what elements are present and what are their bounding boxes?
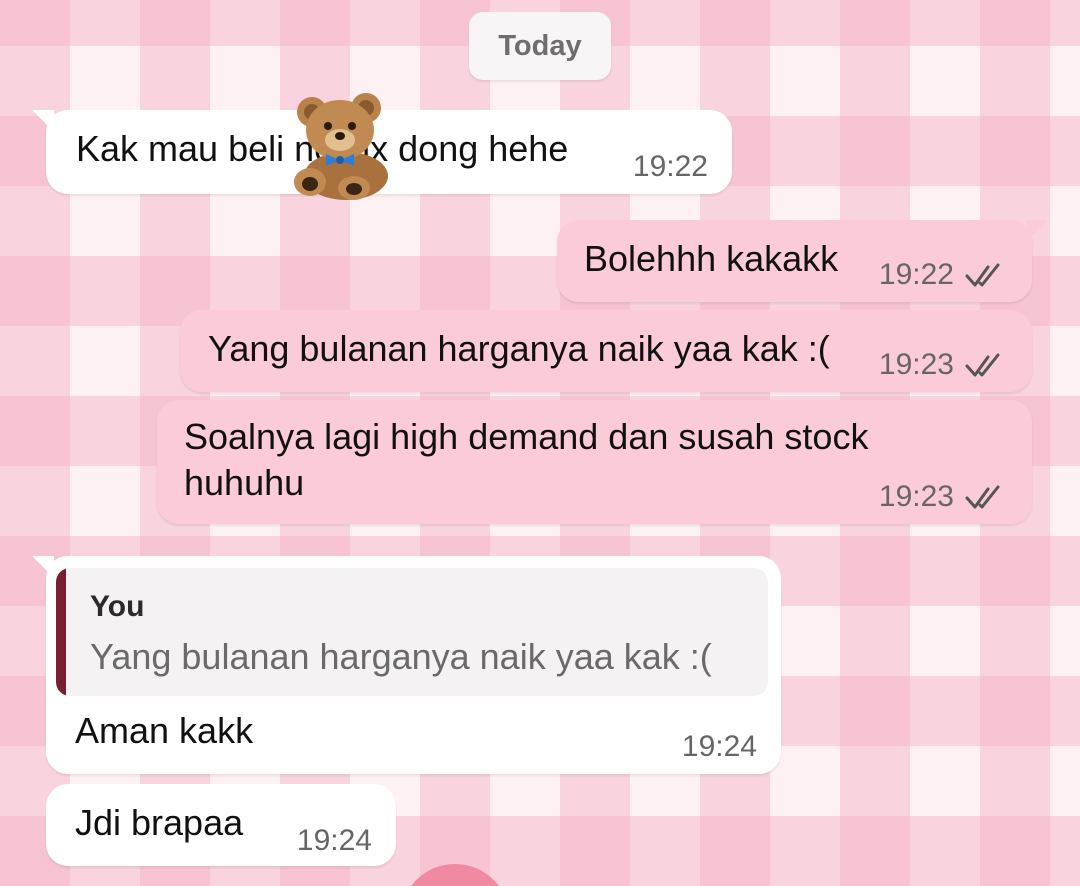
- outgoing-message[interactable]: Yang bulanan harganya naik yaa kak :( 19…: [180, 310, 1032, 392]
- double-check-icon: [965, 353, 1000, 377]
- message-time: 19:23: [878, 480, 954, 513]
- message-time: 19:22: [878, 258, 954, 291]
- message-time: 19:23: [878, 348, 954, 381]
- message-time: 19:24: [296, 824, 372, 857]
- quote-accent-bar: [56, 568, 66, 696]
- quoted-message[interactable]: You Yang bulanan harganya naik yaa kak :…: [56, 568, 768, 696]
- message-meta: 19:23: [879, 480, 1008, 514]
- message-meta: 19:22: [633, 150, 708, 184]
- message-text: Jdi brapaa: [75, 802, 244, 843]
- bubble-tail: [32, 110, 54, 132]
- message-text: Yang bulanan harganya naik yaa kak :(: [208, 328, 830, 369]
- message-meta: 19:24: [297, 824, 372, 858]
- message-time: 19:24: [681, 730, 757, 763]
- outgoing-message[interactable]: Bolehhh kakakk 19:22: [557, 220, 1048, 302]
- double-check-icon: [965, 263, 1000, 287]
- partial-avatar: [400, 864, 510, 886]
- incoming-message[interactable]: Jdi brapaa 19:24: [46, 784, 396, 866]
- message-meta: 19:24: [682, 730, 757, 764]
- date-separator: Today: [469, 12, 611, 80]
- incoming-reply-message[interactable]: You Yang bulanan harganya naik yaa kak :…: [32, 556, 781, 774]
- bubble-tail: [1026, 220, 1048, 242]
- outgoing-message[interactable]: Soalnya lagi high demand dan susah stock…: [157, 400, 1032, 524]
- message-text: Aman kakk: [75, 710, 254, 751]
- message-text: Bolehhh kakakk: [584, 238, 839, 279]
- quote-author: You: [90, 590, 145, 623]
- message-time: 19:22: [632, 150, 708, 183]
- quote-text: Yang bulanan harganya naik yaa kak :(: [90, 636, 712, 677]
- teddy-bear-sticker[interactable]: [290, 92, 400, 200]
- message-meta: 19:22: [879, 258, 1008, 292]
- message-text-line-1: Soalnya lagi high demand dan susah stock: [184, 416, 869, 457]
- message-text-line-2: huhuhu: [184, 462, 305, 503]
- bubble-tail: [32, 556, 54, 578]
- double-check-icon: [965, 485, 1000, 509]
- message-meta: 19:23: [879, 348, 1008, 382]
